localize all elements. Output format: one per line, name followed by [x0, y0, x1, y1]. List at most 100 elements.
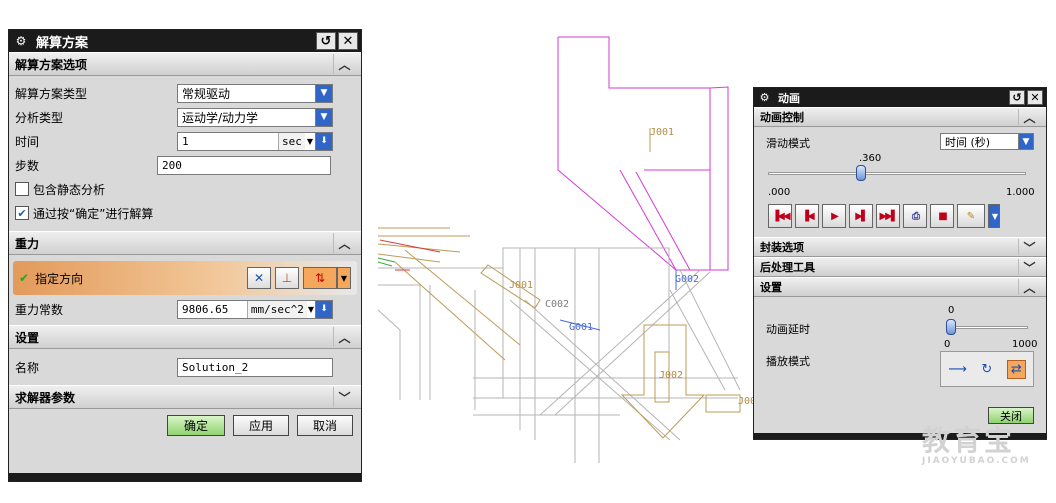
solution-type-select[interactable]: 常规驱动 ▼: [177, 83, 333, 103]
time-unit[interactable]: sec: [277, 132, 305, 150]
slider-min: .000: [768, 187, 791, 198]
playback-mode-label: 播放模式: [766, 355, 810, 368]
gravity-const-input[interactable]: 9806.65 mm/sec^2 ▼ ⬇: [177, 299, 333, 319]
gravity-const-row: 重力常数 9806.65 mm/sec^2 ▼ ⬇: [9, 297, 361, 321]
ok-solve-checkbox[interactable]: ✔: [15, 206, 29, 220]
chevron-down-icon[interactable]: ▼: [315, 84, 332, 102]
name-value: Solution_2: [182, 360, 249, 374]
time-input[interactable]: 1 sec ▼ ⬇: [177, 131, 333, 151]
section-package-options[interactable]: 封装选项 ﹀: [754, 237, 1046, 257]
chevron-up-icon[interactable]: ︿: [1018, 109, 1040, 125]
inferred-vector-icon[interactable]: ✕: [247, 267, 271, 289]
chevron-down-icon[interactable]: ﹀: [333, 387, 355, 407]
time-slider-track[interactable]: [768, 172, 1026, 175]
playback-mode-group: ⟶ ↻ ⇄: [940, 351, 1034, 387]
arrow-down-icon[interactable]: ⬇: [315, 132, 332, 150]
close-dialog-button[interactable]: 关闭: [988, 407, 1034, 424]
section-gravity[interactable]: 重力 ︿: [9, 231, 361, 255]
chevron-up-icon[interactable]: ︿: [1018, 279, 1040, 295]
chevron-down-icon[interactable]: ▼: [988, 204, 1000, 228]
export-icon[interactable]: ⎙: [903, 204, 927, 228]
name-row: 名称 Solution_2: [9, 355, 361, 379]
section-title: 后处理工具: [760, 261, 815, 274]
tracer-icon[interactable]: ✎: [957, 204, 985, 228]
chevron-up-icon[interactable]: ︿: [333, 233, 355, 253]
chevron-down-icon[interactable]: ▼: [1018, 134, 1033, 149]
chevron-up-icon[interactable]: ︿: [333, 327, 355, 347]
static-analysis-row[interactable]: 包含静态分析: [9, 177, 361, 201]
close-button[interactable]: ✕: [338, 32, 358, 50]
chevron-down-icon[interactable]: ▼: [337, 267, 351, 289]
step-back-icon[interactable]: ▐◀: [795, 204, 819, 228]
delay-slider-thumb[interactable]: [946, 319, 956, 335]
section-solution-options[interactable]: 解算方案选项 ︿: [9, 52, 361, 76]
animation-titlebar[interactable]: ⚙ 动画 ↺ ✕: [754, 88, 1046, 107]
chevron-down-icon[interactable]: ﹀: [1018, 259, 1040, 275]
chevron-down-icon[interactable]: ▼: [315, 108, 332, 126]
ping-pong-icon[interactable]: ⇄: [1006, 359, 1026, 379]
solution-type-row: 解算方案类型 常规驱动 ▼: [9, 81, 361, 105]
watermark-text: 教育宝: [922, 424, 1016, 457]
play-icon[interactable]: ▶: [822, 204, 846, 228]
dialog-title: 动画: [778, 91, 800, 105]
reset-button[interactable]: ↺: [1009, 90, 1025, 105]
section-solver-params[interactable]: 求解器参数 ﹀: [9, 385, 361, 409]
slider-max: 1.000: [1006, 187, 1035, 198]
steps-row: 步数 200: [9, 153, 361, 177]
section-anim-settings[interactable]: 设置 ︿: [754, 277, 1046, 297]
scrub-mode-select[interactable]: 时间 (秒) ▼: [940, 133, 1034, 150]
step-forward-icon[interactable]: ▶▌: [849, 204, 873, 228]
section-settings[interactable]: 设置 ︿: [9, 325, 361, 349]
section-animation-control[interactable]: 动画控制 ︿: [754, 107, 1046, 127]
direction-row[interactable]: ✔ 指定方向 ✕ ⊥ ⇅ ▼: [13, 261, 357, 295]
loop-icon[interactable]: ↻: [981, 362, 992, 377]
animation-control-body: 滑动模式 时间 (秒) ▼ .360 .000 1.000 ▐◀◀ ▐◀ ▶ ▶…: [754, 127, 1046, 237]
chevron-down-icon[interactable]: ﹀: [1018, 239, 1040, 255]
solution-type-value: 常规驱动: [182, 86, 231, 101]
analysis-type-select[interactable]: 运动学/动力学 ▼: [177, 107, 333, 127]
unit-chevron-icon[interactable]: ▼: [305, 137, 315, 146]
time-value[interactable]: 1: [182, 135, 278, 148]
solution-dialog: ⚙ 解算方案 ↺ ✕ 解算方案选项 ︿ 解算方案类型 常规驱动 ▼ 分析类型 运…: [8, 29, 362, 482]
cad-label-g002: G002: [675, 274, 699, 285]
static-analysis-checkbox[interactable]: [15, 182, 29, 196]
time-slider-thumb[interactable]: [855, 165, 866, 181]
section-title: 封装选项: [760, 241, 804, 254]
cad-label-j001-top: J001: [650, 127, 674, 138]
reverse-direction-icon[interactable]: ⇅: [303, 267, 337, 289]
unit-chevron-icon[interactable]: ▼: [307, 305, 315, 314]
play-once-icon[interactable]: ⟶: [948, 362, 967, 377]
slider-current-value: .360: [859, 153, 882, 164]
ok-button[interactable]: 确定: [167, 415, 225, 436]
gear-icon[interactable]: ⚙: [12, 32, 30, 50]
reset-button[interactable]: ↺: [316, 32, 336, 50]
cad-label-g001: G001: [569, 322, 593, 333]
watermark-url: JIAOYUBAO.COM: [922, 456, 1031, 466]
section-title: 解算方案选项: [15, 57, 88, 72]
analysis-type-label: 分析类型: [15, 110, 64, 125]
gear-icon[interactable]: ⚙: [757, 90, 772, 105]
last-frame-icon[interactable]: ▶▶▌: [876, 204, 900, 228]
vector-axis-icon[interactable]: ⊥: [275, 267, 299, 289]
time-row: 时间 1 sec ▼ ⬇: [9, 129, 361, 153]
delay-slider-track[interactable]: [950, 326, 1028, 329]
gravity-unit[interactable]: mm/sec^2: [246, 300, 307, 318]
steps-value: 200: [162, 158, 182, 172]
scrub-mode-label: 滑动模式: [766, 137, 810, 150]
gravity-const-value[interactable]: 9806.65: [182, 303, 247, 316]
anim-settings-body: 0 动画延时 0 1000 播放模式 ⟶ ↻ ⇄: [754, 297, 1046, 407]
section-postproc-tools[interactable]: 后处理工具 ﹀: [754, 257, 1046, 277]
steps-input[interactable]: 200: [157, 155, 331, 175]
section-title: 重力: [15, 236, 40, 251]
close-button[interactable]: ✕: [1027, 90, 1043, 105]
scrub-mode-value: 时间 (秒): [945, 135, 991, 149]
name-input[interactable]: Solution_2: [177, 357, 333, 377]
solution-titlebar[interactable]: ⚙ 解算方案 ↺ ✕: [9, 30, 361, 52]
stop-icon[interactable]: ■: [930, 204, 954, 228]
apply-button[interactable]: 应用: [233, 415, 289, 436]
first-frame-icon[interactable]: ▐◀◀: [768, 204, 792, 228]
ok-solve-row[interactable]: ✔ 通过按“确定”进行解算: [9, 201, 361, 225]
cancel-button[interactable]: 取消: [297, 415, 353, 436]
arrow-down-icon[interactable]: ⬇: [315, 300, 332, 318]
chevron-up-icon[interactable]: ︿: [333, 54, 355, 74]
